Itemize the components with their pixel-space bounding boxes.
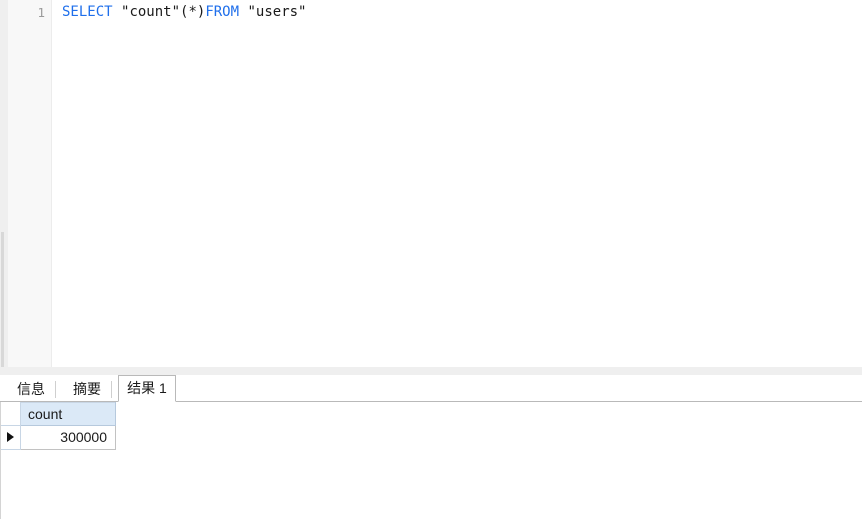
cell-count-value[interactable]: 300000 (20, 425, 116, 450)
grid-header-row: count (1, 402, 116, 426)
sql-token-star-args: (*) (180, 4, 206, 20)
sql-editor[interactable]: 1 SELECT "count"(*)FROM "users" (0, 0, 862, 367)
editor-code-area[interactable]: SELECT "count"(*)FROM "users" (53, 0, 862, 367)
current-row-arrow-icon (7, 431, 14, 442)
row-selector-header (1, 402, 21, 426)
editor-line-number-gutter: 1 (8, 0, 52, 367)
results-tabstrip: 信息 摘要 结果 1 (0, 375, 862, 402)
editor-scrollbar-thumb[interactable] (1, 232, 4, 367)
table-row[interactable]: 300000 (1, 425, 116, 450)
results-panel: 信息 摘要 结果 1 count 300000 (0, 375, 862, 519)
sql-token-users-identifier: "users" (247, 4, 307, 20)
sql-token-space-1 (113, 4, 121, 20)
panel-splitter[interactable] (0, 367, 862, 375)
column-header-count[interactable]: count (20, 402, 116, 426)
row-selector-cell[interactable] (1, 425, 21, 450)
result-grid-table: count 300000 (1, 402, 116, 450)
result-grid[interactable]: count 300000 (0, 402, 862, 519)
tab-summary[interactable]: 摘要 (62, 377, 112, 401)
sql-token-from: FROM (205, 4, 240, 20)
line-number-1: 1 (37, 5, 45, 20)
sql-token-count-identifier: "count" (121, 4, 181, 20)
sql-token-select: SELECT (62, 4, 113, 20)
tab-info[interactable]: 信息 (6, 377, 56, 401)
sql-query-window: 1 SELECT "count"(*)FROM "users" 信息 摘要 结果… (0, 0, 862, 519)
editor-vertical-scrollbar[interactable] (0, 0, 8, 367)
sql-statement-line: SELECT "count"(*)FROM "users" (62, 3, 307, 22)
tab-result-1[interactable]: 结果 1 (118, 375, 176, 402)
